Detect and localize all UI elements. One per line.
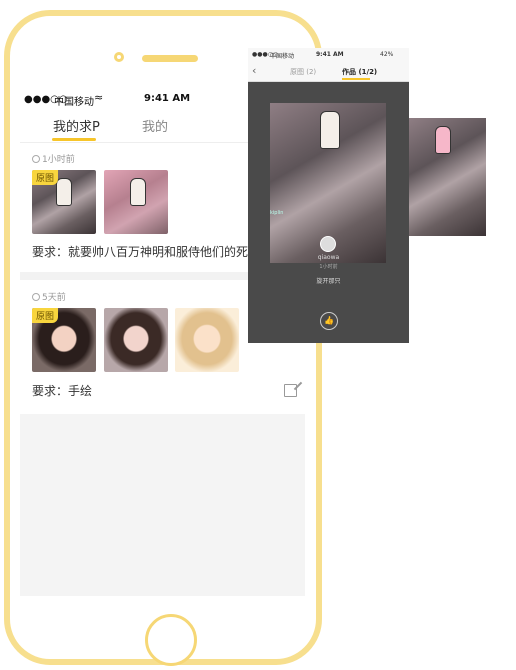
status-time: 9:41 AM [316, 51, 344, 58]
clock-icon [32, 155, 40, 163]
tab-original[interactable]: 原图 (2) [290, 67, 316, 77]
status-time: 9:41 AM [144, 93, 191, 104]
tab-my-other[interactable]: 我的 [142, 116, 168, 135]
original-photo[interactable]: 原图 [32, 170, 96, 234]
time-ago: 1小时前 [32, 152, 75, 165]
detail-nav: ‹ 原图 (2) 作品 (1/2) [248, 61, 409, 82]
user-time: 1小时前 [319, 264, 338, 270]
result-photo[interactable] [175, 308, 239, 372]
requirement-text: 要求：手绘 [32, 384, 93, 398]
tab-works[interactable]: 作品 (1/2) [342, 67, 377, 77]
detail-screen: ●●●○○ 中国移动 9:41 AM 42% ‹ 原图 (2) 作品 (1/2)… [248, 48, 409, 343]
original-badge: 原图 [32, 170, 59, 185]
cartoon-figure [435, 126, 451, 154]
carrier-label: 中国移动 [54, 97, 94, 108]
requirement-text: 要求：就要帅八百万神明和服侍他们的死灵 [32, 245, 261, 259]
tab-indicator [342, 78, 370, 80]
tab-indicator [52, 138, 96, 141]
username: qiaowa [317, 254, 340, 261]
empty-area [20, 414, 305, 596]
cartoon-figure [320, 111, 340, 149]
cartoon-figure [56, 178, 72, 206]
result-photo[interactable] [104, 308, 168, 372]
tab-my-requests[interactable]: 我的求P [53, 116, 100, 135]
watermark: kiplin [270, 210, 284, 216]
original-badge: 原图 [32, 308, 59, 323]
thumbs-up-icon[interactable]: 👍 [320, 312, 338, 330]
detail-status-bar: ●●●○○ 中国移动 9:41 AM 42% [248, 48, 409, 61]
time-ago: 5天前 [32, 290, 66, 303]
comment-text: 旋开那只 [316, 278, 341, 285]
wifi-icon: ≈ [94, 91, 104, 104]
result-photo[interactable] [104, 170, 168, 234]
carrier-label: 中国移动 [270, 53, 295, 60]
floating-photo-right [409, 118, 486, 236]
original-photo[interactable]: 原图 [32, 308, 96, 372]
back-icon[interactable]: ‹ [252, 64, 256, 77]
avatar[interactable] [320, 236, 336, 252]
home-button[interactable] [145, 614, 197, 666]
clock-icon [32, 293, 40, 301]
speaker-grille [142, 55, 198, 62]
camera-icon [114, 52, 124, 62]
battery-label: 42% [380, 51, 394, 58]
cartoon-figure [130, 178, 146, 206]
edit-icon[interactable] [284, 384, 297, 397]
